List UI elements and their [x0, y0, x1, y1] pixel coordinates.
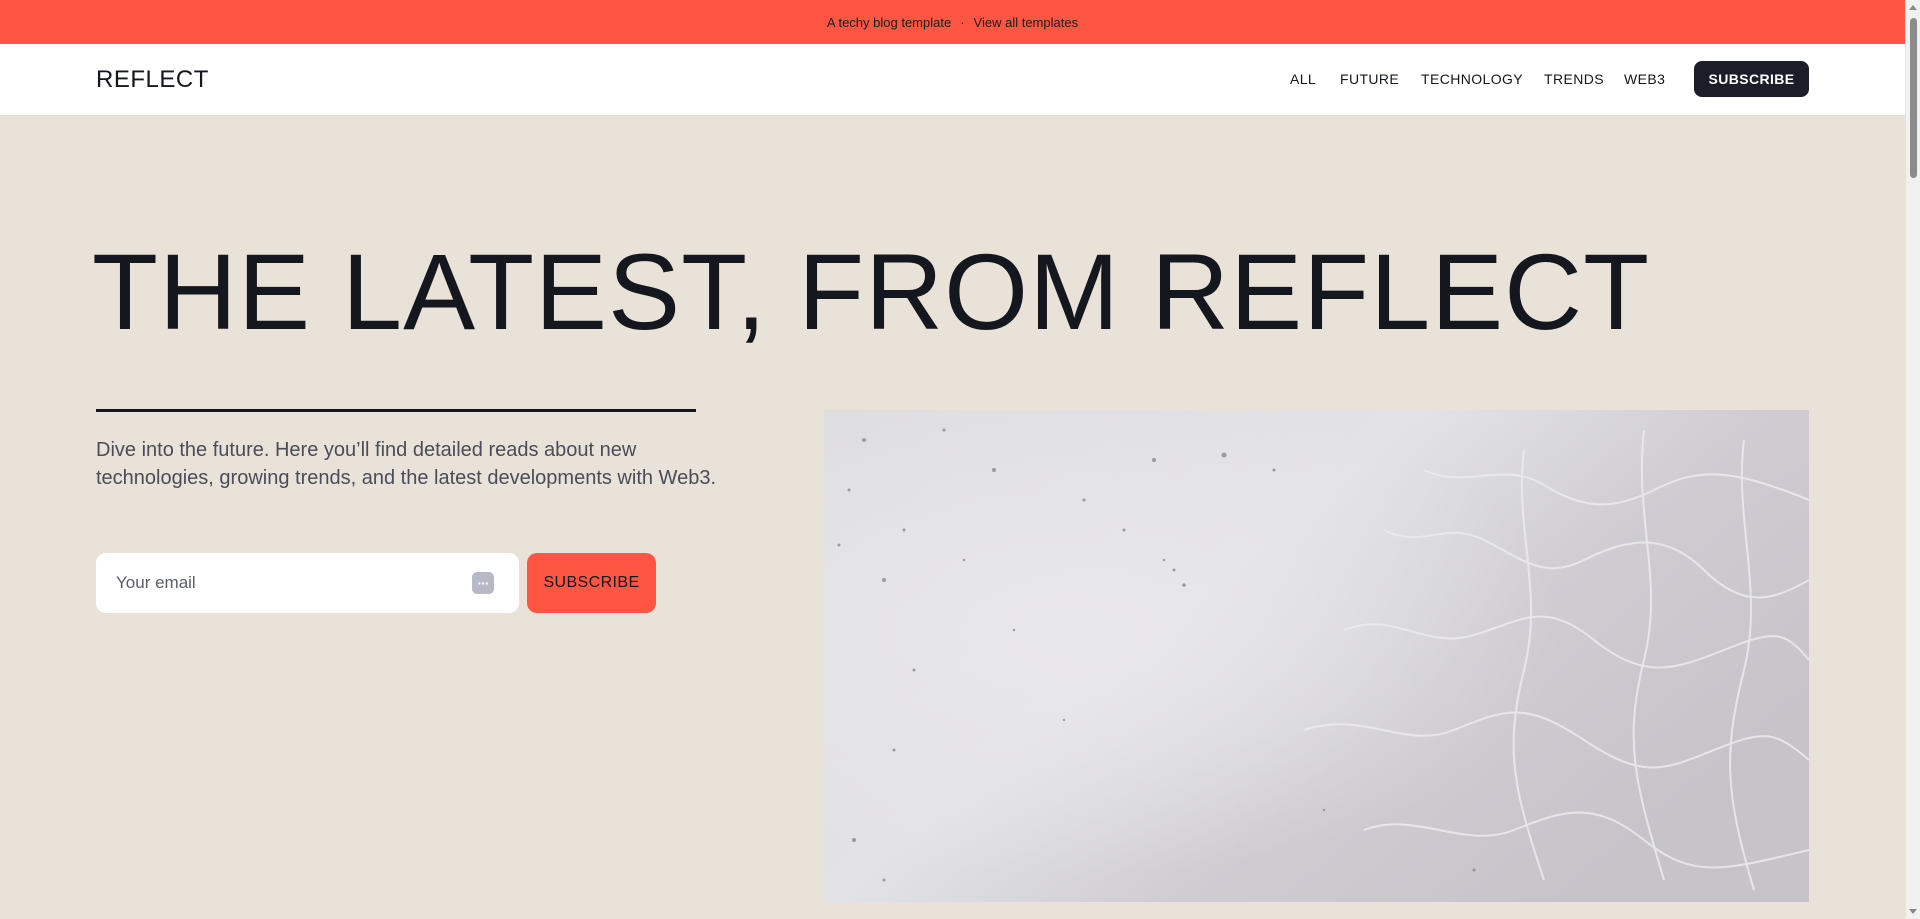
scroll-down-icon[interactable]	[1909, 909, 1917, 914]
hero-divider	[96, 409, 696, 412]
email-input[interactable]	[96, 553, 456, 613]
header-subscribe-button[interactable]: SUBSCRIBE	[1694, 61, 1809, 97]
hero-intro: Dive into the future. Here you’ll find d…	[96, 439, 716, 489]
scroll-up-icon[interactable]	[1909, 5, 1917, 10]
page-scrollbar[interactable]	[1905, 0, 1920, 919]
hero-subscribe-button[interactable]: SUBSCRIBE	[527, 553, 656, 613]
site-logo[interactable]: REFLECT	[96, 66, 209, 94]
nav-web3[interactable]: WEB3	[1624, 71, 1665, 87]
announcement-separator: ·	[960, 14, 965, 30]
nav-trends[interactable]: TRENDS	[1544, 71, 1604, 87]
nav-all[interactable]: ALL	[1290, 71, 1316, 87]
scroll-thumb[interactable]	[1910, 18, 1917, 178]
hero-image	[824, 410, 1809, 902]
hero-title: THE LATEST, FROM REFLECT	[92, 231, 1651, 352]
password-manager-icon[interactable]: ···	[472, 572, 494, 594]
announcement-text: A techy blog template	[826, 14, 952, 30]
view-all-templates-link[interactable]: View all templates	[974, 15, 1079, 30]
email-field-container: ···	[96, 553, 519, 613]
announcement-bar: A techy blog template · View all templat…	[0, 0, 1905, 44]
nav-future[interactable]: FUTURE	[1340, 71, 1399, 87]
nav-technology[interactable]: TECHNOLOGY	[1421, 71, 1523, 87]
site-header: REFLECT ALL FUTURE TECHNOLOGY TRENDS WEB…	[0, 44, 1905, 116]
